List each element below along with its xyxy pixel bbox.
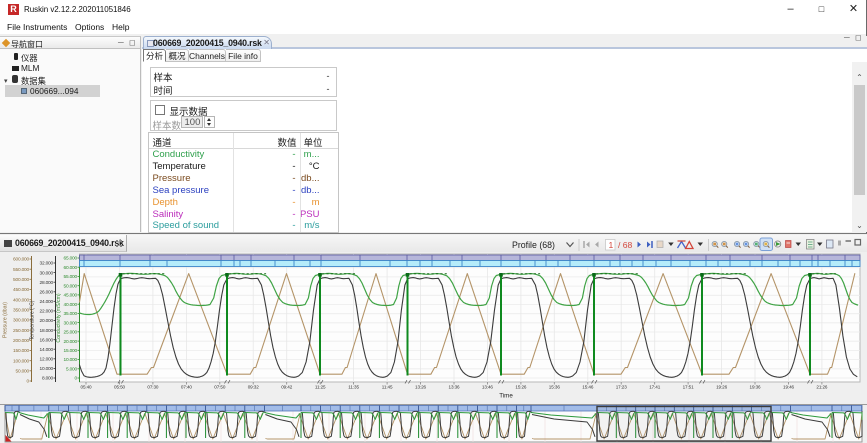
svg-text:26.000: 26.000 <box>40 290 54 296</box>
svg-text:5.000: 5.000 <box>66 367 78 373</box>
svg-text:30.000: 30.000 <box>64 320 78 326</box>
svg-text:10.000: 10.000 <box>64 357 78 363</box>
svg-text:45.000: 45.000 <box>64 293 78 299</box>
svg-text:24.000: 24.000 <box>40 299 54 305</box>
svg-text:07:50: 07:50 <box>214 385 226 390</box>
svg-text:20.000: 20.000 <box>40 318 54 324</box>
svg-text:05:50: 05:50 <box>114 385 126 390</box>
svg-text:350.000: 350.000 <box>13 308 29 314</box>
svg-text:550.000: 550.000 <box>13 267 29 273</box>
svg-text:22.000: 22.000 <box>40 309 54 315</box>
svg-text:13:46: 13:46 <box>482 385 494 390</box>
svg-text:40.000: 40.000 <box>64 302 78 308</box>
svg-text:17:23: 17:23 <box>616 385 628 390</box>
svg-text:150.000: 150.000 <box>13 348 29 354</box>
svg-text:200.000: 200.000 <box>13 338 29 344</box>
svg-text:Time: Time <box>499 393 513 400</box>
svg-text:25.000: 25.000 <box>64 330 78 336</box>
svg-text:15:46: 15:46 <box>582 385 594 390</box>
svg-text:11:25: 11:25 <box>315 385 326 390</box>
svg-text:19:36: 19:36 <box>750 385 762 390</box>
svg-text:07:30: 07:30 <box>147 385 159 390</box>
svg-text:19:26: 19:26 <box>716 385 728 390</box>
svg-text:50.000: 50.000 <box>16 369 30 375</box>
svg-text:300.000: 300.000 <box>13 318 29 324</box>
svg-text:400.000: 400.000 <box>13 297 29 303</box>
svg-text:Conductivity (mS/cm): Conductivity (mS/cm) <box>56 293 62 343</box>
svg-text:19:46: 19:46 <box>783 385 795 390</box>
svg-text:32.000: 32.000 <box>40 261 54 267</box>
svg-text:8.000: 8.000 <box>42 376 54 382</box>
svg-text:/ 68: / 68 <box>618 240 633 250</box>
svg-text:09:32: 09:32 <box>248 385 260 390</box>
svg-text:11:45: 11:45 <box>382 385 393 390</box>
svg-text:600.000: 600.000 <box>13 257 29 263</box>
svg-text:18.000: 18.000 <box>40 328 54 334</box>
svg-text:20.000: 20.000 <box>64 339 78 345</box>
svg-text:1: 1 <box>609 240 614 250</box>
svg-text:30.000: 30.000 <box>40 270 54 276</box>
svg-text:12.000: 12.000 <box>40 357 54 363</box>
svg-text:09:42: 09:42 <box>281 385 293 390</box>
svg-text:35.000: 35.000 <box>64 311 78 317</box>
svg-text:16.000: 16.000 <box>40 337 54 343</box>
svg-text:14.000: 14.000 <box>40 347 54 353</box>
svg-text:15:36: 15:36 <box>549 385 561 390</box>
svg-text:65.000: 65.000 <box>64 256 78 262</box>
svg-text:60.000: 60.000 <box>64 265 78 271</box>
svg-text:28.000: 28.000 <box>40 280 54 286</box>
svg-text:11:35: 11:35 <box>348 385 359 390</box>
svg-text:Profile (68): Profile (68) <box>512 240 555 250</box>
svg-text:17:41: 17:41 <box>649 385 661 390</box>
svg-text:Temperature (°C): Temperature (°C) <box>30 300 36 340</box>
svg-text:450.000: 450.000 <box>13 287 29 293</box>
svg-text:250.000: 250.000 <box>13 328 29 334</box>
svg-text:55.000: 55.000 <box>64 274 78 280</box>
svg-text:13:36: 13:36 <box>449 385 461 390</box>
svg-text:07:40: 07:40 <box>181 385 193 390</box>
svg-text:13:26: 13:26 <box>415 385 427 390</box>
svg-text:50.000: 50.000 <box>64 283 78 289</box>
svg-text:15:26: 15:26 <box>515 385 527 390</box>
svg-text:Pressure (dbar): Pressure (dbar) <box>3 302 9 338</box>
svg-text:10.000: 10.000 <box>40 366 54 372</box>
svg-text:05:40: 05:40 <box>81 385 93 390</box>
svg-text:21:26: 21:26 <box>816 385 828 390</box>
svg-text:15.000: 15.000 <box>64 348 78 354</box>
svg-text:500.000: 500.000 <box>13 277 29 283</box>
svg-text:100.000: 100.000 <box>13 358 29 364</box>
svg-text:17:51: 17:51 <box>683 385 695 390</box>
